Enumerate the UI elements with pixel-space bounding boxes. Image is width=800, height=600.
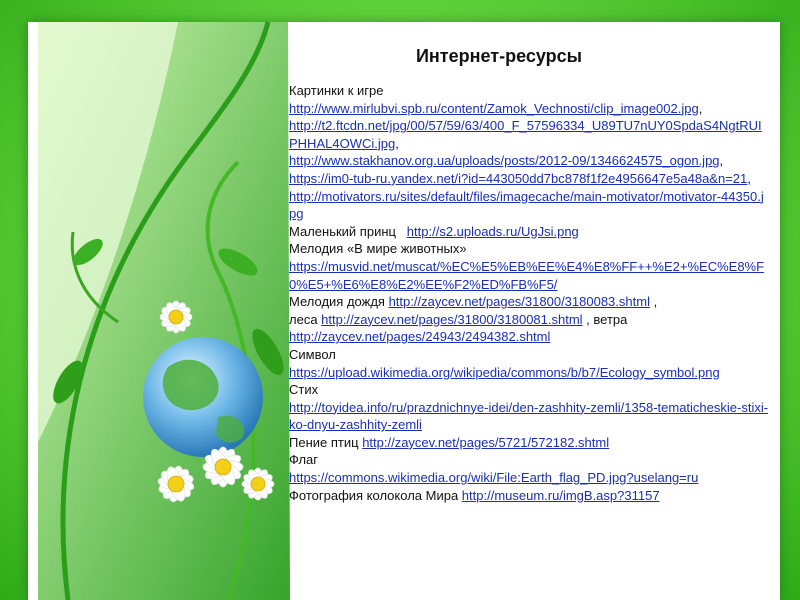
section-label: леса xyxy=(289,311,318,327)
resource-link[interactable]: https://im0-tub-ru.yandex.net/i?id=44305… xyxy=(289,171,747,186)
section-label: Маленький принц xyxy=(289,223,396,239)
resource-link[interactable]: http://motivators.ru/sites/default/files… xyxy=(289,189,764,222)
section-label: Символ xyxy=(289,346,336,362)
eco-decoration xyxy=(38,22,290,600)
resource-link[interactable]: http://toyidea.info/ru/prazdnichnye-idei… xyxy=(289,400,768,433)
resource-link[interactable]: https://musvid.net/muscat/%EC%E5%EB%EE%E… xyxy=(289,259,764,292)
resource-link[interactable]: https://upload.wikimedia.org/wikipedia/c… xyxy=(289,365,720,380)
resource-link[interactable]: http://zaycev.net/pages/31800/3180081.sh… xyxy=(321,312,582,327)
resource-link[interactable]: https://commons.wikimedia.org/wiki/File:… xyxy=(289,470,698,485)
resource-link[interactable]: http://zaycev.net/pages/31800/3180083.sh… xyxy=(389,294,650,309)
section-label: Флаг xyxy=(289,452,319,468)
resource-link[interactable]: http://t2.ftcdn.net/jpg/00/57/59/63/400_… xyxy=(289,118,762,151)
section-label: Фотография колокола Мира xyxy=(289,487,459,503)
section-label: Мелодия дождя xyxy=(289,294,385,310)
resource-link[interactable]: http://www.stakhanov.org.ua/uploads/post… xyxy=(289,153,720,168)
resource-link[interactable]: http://museum.ru/imgB.asp?31157 xyxy=(462,488,660,503)
resource-link[interactable]: http://zaycev.net/pages/5721/572182.shtm… xyxy=(362,435,609,450)
resource-link[interactable]: http://zaycev.net/pages/24943/2494382.sh… xyxy=(289,329,550,344)
page-title: Интернет-ресурсы xyxy=(415,46,583,66)
resource-link[interactable]: http://www.mirlubvi.spb.ru/content/Zamok… xyxy=(289,101,699,116)
section-label: Пение птиц xyxy=(289,434,359,450)
resource-list: Картинки к игре http://www.mirlubvi.spb.… xyxy=(289,83,769,503)
section-label: Картинки к игре xyxy=(289,83,384,98)
section-label: ветра xyxy=(593,311,628,327)
resource-link[interactable]: http://s2.uploads.ru/UgJsi.png xyxy=(407,224,579,239)
section-label: Мелодия «В мире животных» xyxy=(289,241,467,257)
section-label: Стих xyxy=(289,382,319,398)
